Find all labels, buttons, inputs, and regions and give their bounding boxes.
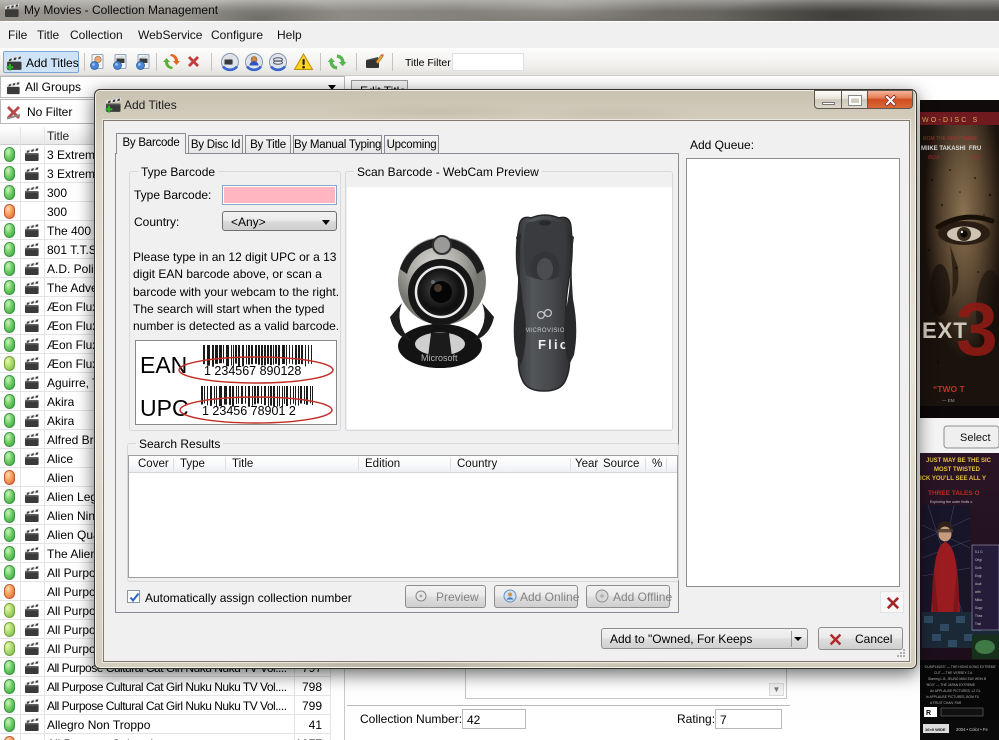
svg-text:Exploring the outer limits o: Exploring the outer limits o: [930, 500, 972, 504]
svg-text:WO-DISC S: WO-DISC S: [922, 117, 980, 124]
svg-text:EAN: EAN: [140, 352, 187, 378]
svg-text:2004 • Color • Fe: 2004 • Color • Fe: [956, 727, 988, 732]
svg-text:ROM THE NIGHTMARE: ROM THE NIGHTMARE: [923, 136, 978, 142]
svg-text:ICK YOU’LL SEE ALL Y: ICK YOU’LL SEE ALL Y: [920, 476, 986, 482]
svg-text:Audi: Audi: [975, 582, 982, 586]
svg-text:Trail: Trail: [975, 622, 981, 626]
svg-text:An APPLAUSE PICTURES, L2 GL: An APPLAUSE PICTURES, L2 GL: [930, 689, 981, 693]
svg-text:Select: Select: [960, 432, 991, 444]
svg-text:Engl: Engl: [975, 574, 982, 578]
svg-text:A FRUIT CHAN, PAR: A FRUIT CHAN, PAR: [930, 701, 962, 705]
svg-text:Starring L.B. JEUNG MAN EAV W: Starring L.B. JEUNG MAN EAV WON B: [928, 677, 987, 681]
svg-text:“BOX” — THE JAPAN EXTREME: “BOX” — THE JAPAN EXTREME: [926, 683, 976, 687]
svg-text:Dolb: Dolb: [975, 566, 982, 570]
svg-text:1 23456 78901 2: 1 23456 78901 2: [202, 404, 296, 418]
svg-text:DU: DU: [972, 155, 980, 161]
svg-text:MICROVISION: MICROVISION: [525, 328, 570, 334]
svg-text:Microsoft: Microsoft: [421, 353, 458, 363]
svg-text:MIIKE TAKASHI FRU: MIIKE TAKASHI FRU: [921, 146, 981, 152]
svg-text:— EM: — EM: [942, 398, 955, 403]
svg-text:Supp: Supp: [975, 606, 983, 610]
svg-text:Thea: Thea: [975, 614, 982, 618]
svg-text:MOST TWISTED: MOST TWISTED: [934, 467, 981, 473]
svg-text:EXT: EXT: [922, 318, 968, 343]
svg-text:5.1 D: 5.1 D: [975, 550, 983, 554]
svg-text:CUT — THE VERSEY 2 A: CUT — THE VERSEY 2 A: [934, 671, 973, 675]
svg-text:Mika: Mika: [975, 598, 982, 602]
svg-text:16×9 WIDE: 16×9 WIDE: [925, 727, 946, 732]
svg-text:“TWO T: “TWO T: [933, 384, 965, 394]
svg-text:THREE TALES O: THREE TALES O: [928, 490, 980, 497]
svg-text:BOX: BOX: [928, 155, 940, 161]
svg-text:Origi: Origi: [975, 558, 982, 562]
svg-text:R: R: [926, 710, 931, 717]
svg-text:In APPLAUSE PICTURES, BOM FU: In APPLAUSE PICTURES, BOM FU: [926, 695, 980, 699]
svg-text:JUST MAY BE THE SIC: JUST MAY BE THE SIC: [926, 458, 992, 464]
svg-text:1 234567 890128: 1 234567 890128: [204, 364, 301, 378]
svg-text:“DUMPLINGS” — THE HONG KONG EX: “DUMPLINGS” — THE HONG KONG EXTREME: [924, 665, 997, 669]
svg-text:with: with: [975, 590, 981, 594]
